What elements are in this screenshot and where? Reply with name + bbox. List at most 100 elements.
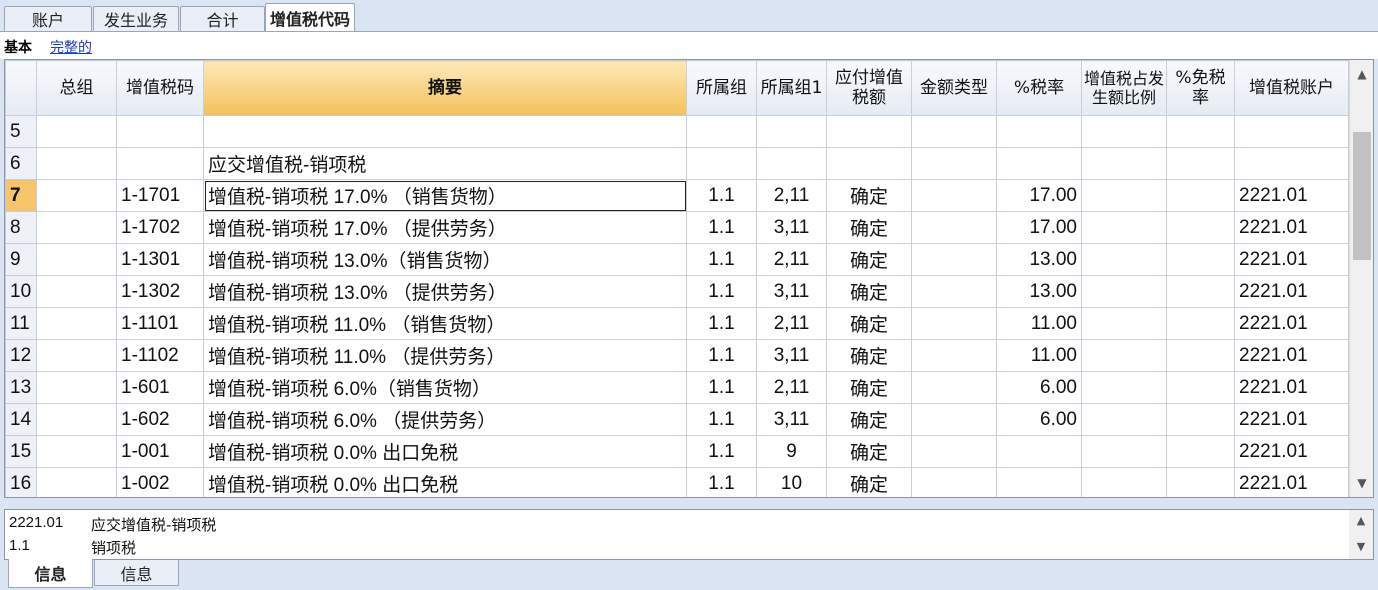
cell-vat-due[interactable] xyxy=(826,115,912,148)
table-row[interactable]: 13 1-601 增值税-销项税 6.0%（销售货物） 1.1 2,11 确定 6.00 22… xyxy=(5,371,1349,404)
cell-tax-rate[interactable] xyxy=(996,467,1082,497)
cell-vat-percent[interactable] xyxy=(1081,179,1167,212)
cell-vat-code[interactable]: 1-601 xyxy=(116,371,204,404)
cell-exempt-rate[interactable] xyxy=(1166,371,1235,404)
cell-belong-group1[interactable]: 2,11 xyxy=(756,179,827,212)
cell-belong-group1[interactable]: 3,11 xyxy=(756,275,827,308)
cell-belong-group[interactable]: 1.1 xyxy=(686,467,757,497)
tab-transactions[interactable]: 发生业务 xyxy=(93,6,179,31)
cell-exempt-rate[interactable] xyxy=(1166,307,1235,340)
col-header-belong-group1[interactable]: 所属组1 xyxy=(756,60,827,116)
cell-vat-account[interactable]: 2221.01 xyxy=(1234,403,1349,436)
cell-tax-rate[interactable]: 11.00 xyxy=(996,339,1082,372)
cell-vat-percent[interactable] xyxy=(1081,435,1167,468)
col-header-vat-code[interactable]: 增值税码 xyxy=(116,60,204,116)
cell-belong-group1[interactable]: 3,11 xyxy=(756,211,827,244)
cell-vat-account[interactable]: 2221.01 xyxy=(1234,307,1349,340)
cell-belong-group[interactable]: 1.1 xyxy=(686,339,757,372)
cell-vat-code[interactable]: 1-1301 xyxy=(116,243,204,276)
cell-belong-group1[interactable]: 2,11 xyxy=(756,307,827,340)
cell-belong-group1[interactable]: 2,11 xyxy=(756,371,827,404)
col-header-vat-percent[interactable]: 增值税占发生额比例 xyxy=(1081,60,1167,116)
bottom-tab-info[interactable]: 信息 xyxy=(8,559,93,588)
tab-totals[interactable]: 合计 xyxy=(180,6,265,31)
cell-vat-due[interactable]: 确定 xyxy=(826,179,912,212)
col-header-amount-type[interactable]: 金额类型 xyxy=(911,60,997,116)
cell-description[interactable]: 增值税-销项税 6.0% （提供劳务） xyxy=(203,403,687,436)
cell-group[interactable] xyxy=(36,403,117,436)
cell-amount-type[interactable] xyxy=(911,371,997,404)
cell-vat-due[interactable]: 确定 xyxy=(826,435,912,468)
cell-vat-percent[interactable] xyxy=(1081,403,1167,436)
cell-description[interactable]: 应交增值税-销项税 xyxy=(203,147,687,180)
cell-vat-account[interactable]: 2221.01 xyxy=(1234,435,1349,468)
cell-description[interactable]: 增值税-销项税 17.0% （提供劳务） xyxy=(203,211,687,244)
cell-tax-rate[interactable]: 17.00 xyxy=(996,211,1082,244)
cell-vat-percent[interactable] xyxy=(1081,467,1167,497)
cell-belong-group1[interactable]: 2,11 xyxy=(756,243,827,276)
col-header-vat-account[interactable]: 增值税账户 xyxy=(1234,60,1349,116)
cell-amount-type[interactable] xyxy=(911,115,997,148)
cell-vat-due[interactable]: 确定 xyxy=(826,275,912,308)
view-full-link[interactable]: 完整的 xyxy=(50,37,92,57)
cell-tax-rate[interactable]: 13.00 xyxy=(996,243,1082,276)
cell-vat-percent[interactable] xyxy=(1081,339,1167,372)
cell-description[interactable]: 增值税-销项税 13.0%（销售货物） xyxy=(203,243,687,276)
table-row[interactable]: 14 1-602 增值税-销项税 6.0% （提供劳务） 1.1 3,11 确定 6.00 2… xyxy=(5,403,1349,436)
cell-amount-type[interactable] xyxy=(911,179,997,212)
info-scrollbar[interactable]: ▲ ▼ xyxy=(1349,510,1373,559)
table-row[interactable]: 15 1-001 增值税-销项税 0.0% 出口免税 1.1 9 确定 2221.01 xyxy=(5,435,1349,468)
cell-vat-code[interactable] xyxy=(116,147,204,180)
cell-description[interactable]: 增值税-销项税 17.0% （销售货物） xyxy=(203,179,687,212)
cell-group[interactable] xyxy=(36,307,117,340)
cell-vat-due[interactable]: 确定 xyxy=(826,467,912,497)
cell-vat-due[interactable]: 确定 xyxy=(826,371,912,404)
cell-belong-group1[interactable] xyxy=(756,147,827,180)
table-scrollbar[interactable]: ▲ ▼ xyxy=(1349,60,1373,497)
cell-amount-type[interactable] xyxy=(911,467,997,497)
cell-tax-rate[interactable]: 6.00 xyxy=(996,371,1082,404)
cell-group[interactable] xyxy=(36,147,117,180)
cell-belong-group[interactable] xyxy=(686,147,757,180)
cell-description[interactable]: 增值税-销项税 11.0% （提供劳务） xyxy=(203,339,687,372)
chevron-down-icon[interactable]: ▼ xyxy=(1349,540,1373,553)
cell-belong-group[interactable]: 1.1 xyxy=(686,371,757,404)
cell-exempt-rate[interactable] xyxy=(1166,147,1235,180)
cell-exempt-rate[interactable] xyxy=(1166,211,1235,244)
cell-vat-percent[interactable] xyxy=(1081,275,1167,308)
cell-vat-account[interactable]: 2221.01 xyxy=(1234,243,1349,276)
table-row[interactable]: 7 1-1701 增值税-销项税 17.0% （销售货物） 1.1 2,11 确定 17.0… xyxy=(5,179,1349,212)
bottom-tab-info-2[interactable]: 信息 xyxy=(94,560,179,586)
cell-vat-account[interactable] xyxy=(1234,115,1349,148)
cell-vat-percent[interactable] xyxy=(1081,243,1167,276)
cell-tax-rate[interactable]: 11.00 xyxy=(996,307,1082,340)
cell-group[interactable] xyxy=(36,371,117,404)
chevron-up-icon[interactable]: ▲ xyxy=(1349,514,1373,527)
cell-amount-type[interactable] xyxy=(911,211,997,244)
view-basic[interactable]: 基本 xyxy=(4,37,32,57)
cell-vat-code[interactable]: 1-602 xyxy=(116,403,204,436)
cell-description[interactable]: 增值税-销项税 13.0% （提供劳务） xyxy=(203,275,687,308)
cell-group[interactable] xyxy=(36,275,117,308)
cell-amount-type[interactable] xyxy=(911,147,997,180)
cell-vat-code[interactable]: 1-002 xyxy=(116,467,204,497)
col-header-tax-rate[interactable]: %税率 xyxy=(996,60,1082,116)
cell-vat-code[interactable]: 1-1302 xyxy=(116,275,204,308)
table-row[interactable]: 10 1-1302 增值税-销项税 13.0% （提供劳务） 1.1 3,11 确定 13.… xyxy=(5,275,1349,308)
cell-belong-group[interactable]: 1.1 xyxy=(686,307,757,340)
cell-vat-due[interactable]: 确定 xyxy=(826,307,912,340)
cell-exempt-rate[interactable] xyxy=(1166,467,1235,497)
cell-belong-group1[interactable]: 10 xyxy=(756,467,827,497)
col-header-exempt-rate[interactable]: %免税率 xyxy=(1166,60,1235,116)
cell-vat-due[interactable]: 确定 xyxy=(826,211,912,244)
cell-description[interactable]: 增值税-销项税 0.0% 出口免税 xyxy=(203,467,687,497)
table-row[interactable]: 9 1-1301 增值税-销项税 13.0%（销售货物） 1.1 2,11 确定 13.00… xyxy=(5,243,1349,276)
cell-exempt-rate[interactable] xyxy=(1166,435,1235,468)
cell-belong-group1[interactable]: 3,11 xyxy=(756,403,827,436)
cell-tax-rate[interactable] xyxy=(996,435,1082,468)
cell-vat-code[interactable]: 1-001 xyxy=(116,435,204,468)
cell-amount-type[interactable] xyxy=(911,403,997,436)
table-row[interactable]: 6 应交增值税-销项税 xyxy=(5,147,1349,180)
cell-vat-code[interactable]: 1-1702 xyxy=(116,211,204,244)
table-row[interactable]: 16 1-002 增值税-销项税 0.0% 出口免税 1.1 10 确定 2221.01 xyxy=(5,467,1349,497)
